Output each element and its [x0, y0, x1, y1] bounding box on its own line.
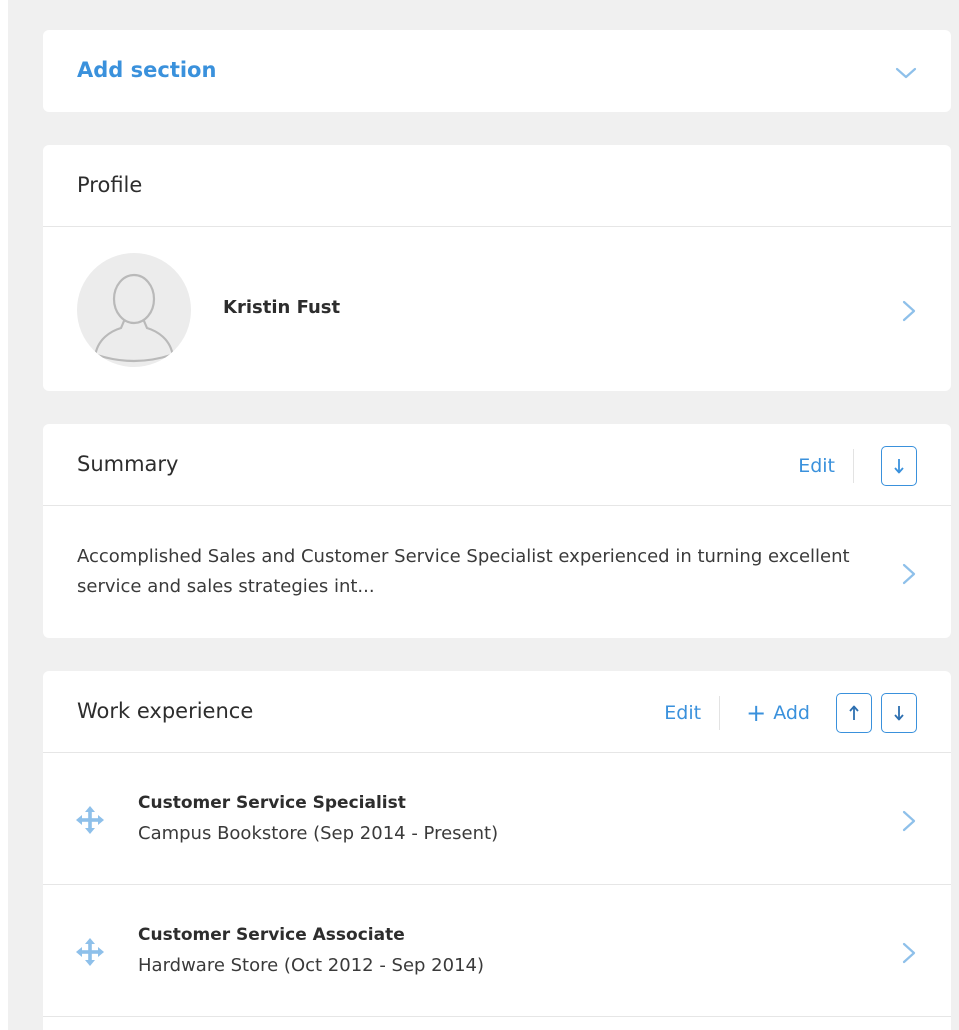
work-experience-title: Work experience — [77, 699, 254, 723]
plus-icon: + — [746, 699, 767, 727]
add-section-label: Add section — [77, 58, 217, 82]
summary-card: Summary Edit Accomplished Sales and Cust… — [43, 424, 951, 638]
move-handle-icon[interactable] — [75, 937, 105, 967]
work-experience-item[interactable]: Customer Service Associate Hardware Stor… — [43, 885, 951, 1017]
profile-card: Profile Kristin Fust — [43, 145, 951, 391]
work-experience-actions: Edit + Add — [664, 693, 917, 733]
chevron-right-icon[interactable] — [901, 562, 917, 586]
arrow-up-icon — [849, 705, 859, 720]
work-move-down-button[interactable] — [881, 693, 917, 733]
chevron-down-icon — [895, 67, 917, 79]
job-title: Customer Service Associate — [138, 925, 405, 945]
profile-title: Profile — [77, 173, 143, 197]
summary-text[interactable]: Accomplished Sales and Customer Service … — [77, 542, 867, 602]
work-add-label: Add — [773, 702, 810, 724]
divider — [853, 449, 854, 483]
work-experience-header: Work experience Edit + Add — [43, 671, 951, 753]
job-title: Customer Service Specialist — [138, 793, 406, 813]
arrow-down-icon — [894, 706, 904, 721]
profile-name: Kristin Fust — [223, 297, 341, 318]
work-move-up-button[interactable] — [836, 693, 872, 733]
work-edit-link[interactable]: Edit — [664, 702, 701, 724]
user-avatar-placeholder-icon — [77, 253, 191, 367]
job-subtitle: Hardware Store (Oct 2012 - Sep 2014) — [138, 955, 485, 976]
summary-header: Summary Edit — [43, 424, 951, 506]
work-experience-item[interactable]: Customer Service Specialist Campus Books… — [43, 753, 951, 885]
arrow-down-icon — [894, 459, 904, 474]
summary-edit-link[interactable]: Edit — [798, 455, 835, 477]
add-section-dropdown[interactable]: Add section — [43, 30, 951, 112]
work-add-button[interactable]: + Add — [746, 701, 810, 725]
move-handle-icon[interactable] — [75, 805, 105, 835]
summary-actions: Edit — [798, 446, 917, 486]
profile-header: Profile — [43, 145, 951, 227]
divider — [719, 696, 721, 730]
summary-move-down-button[interactable] — [881, 446, 917, 486]
left-edge-panel — [0, 0, 8, 1030]
chevron-right-icon[interactable] — [901, 299, 917, 323]
work-experience-card: Work experience Edit + Add Customer Serv… — [43, 671, 951, 1030]
summary-title: Summary — [77, 452, 179, 476]
chevron-right-icon[interactable] — [901, 941, 917, 965]
job-subtitle: Campus Bookstore (Sep 2014 - Present) — [138, 823, 499, 844]
chevron-right-icon[interactable] — [901, 809, 917, 833]
